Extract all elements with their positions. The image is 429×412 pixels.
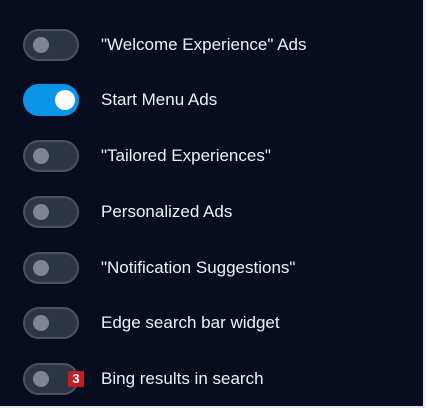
- toggle-knob: [33, 148, 49, 164]
- start-menu-ads-toggle[interactable]: [23, 84, 79, 116]
- notification-suggestions-toggle[interactable]: [23, 252, 79, 284]
- personalized-ads-label: Personalized Ads: [101, 202, 233, 221]
- toggle-knob: [33, 371, 49, 387]
- start-menu-ads-label: Start Menu Ads: [101, 90, 218, 109]
- tailored-experiences-label: "Tailored Experiences": [101, 146, 271, 165]
- setting-row-tailored-experiences: "Tailored Experiences": [0, 136, 420, 176]
- tailored-experiences-toggle[interactable]: [23, 140, 79, 172]
- toggle-knob: [33, 315, 49, 331]
- bing-results-in-search-label: Bing results in search: [101, 369, 264, 388]
- setting-row-start-menu-ads: Start Menu Ads: [0, 80, 420, 120]
- toggle-knob: [33, 37, 49, 53]
- toggle-knob: [33, 204, 49, 220]
- setting-row-bing-results-in-search: 3 Bing results in search: [0, 359, 420, 399]
- setting-row-personalized-ads: Personalized Ads: [0, 192, 420, 232]
- notification-suggestions-label: "Notification Suggestions": [101, 258, 296, 277]
- welcome-experience-ads-toggle[interactable]: [23, 29, 79, 61]
- toggle-knob: [33, 260, 49, 276]
- setting-row-notification-suggestions: "Notification Suggestions": [0, 248, 420, 288]
- edge-search-bar-widget-toggle[interactable]: [23, 307, 79, 339]
- personalized-ads-toggle[interactable]: [23, 196, 79, 228]
- privacy-settings-panel: "Welcome Experience" Ads Start Menu Ads …: [0, 0, 425, 408]
- toggle-knob: [55, 90, 75, 110]
- edge-search-bar-widget-label: Edge search bar widget: [101, 313, 280, 332]
- setting-row-welcome-experience-ads: "Welcome Experience" Ads: [0, 25, 420, 65]
- welcome-experience-ads-label: "Welcome Experience" Ads: [101, 35, 307, 54]
- setting-row-edge-search-bar-widget: Edge search bar widget: [0, 303, 420, 343]
- step-number-badge: 3: [68, 371, 84, 387]
